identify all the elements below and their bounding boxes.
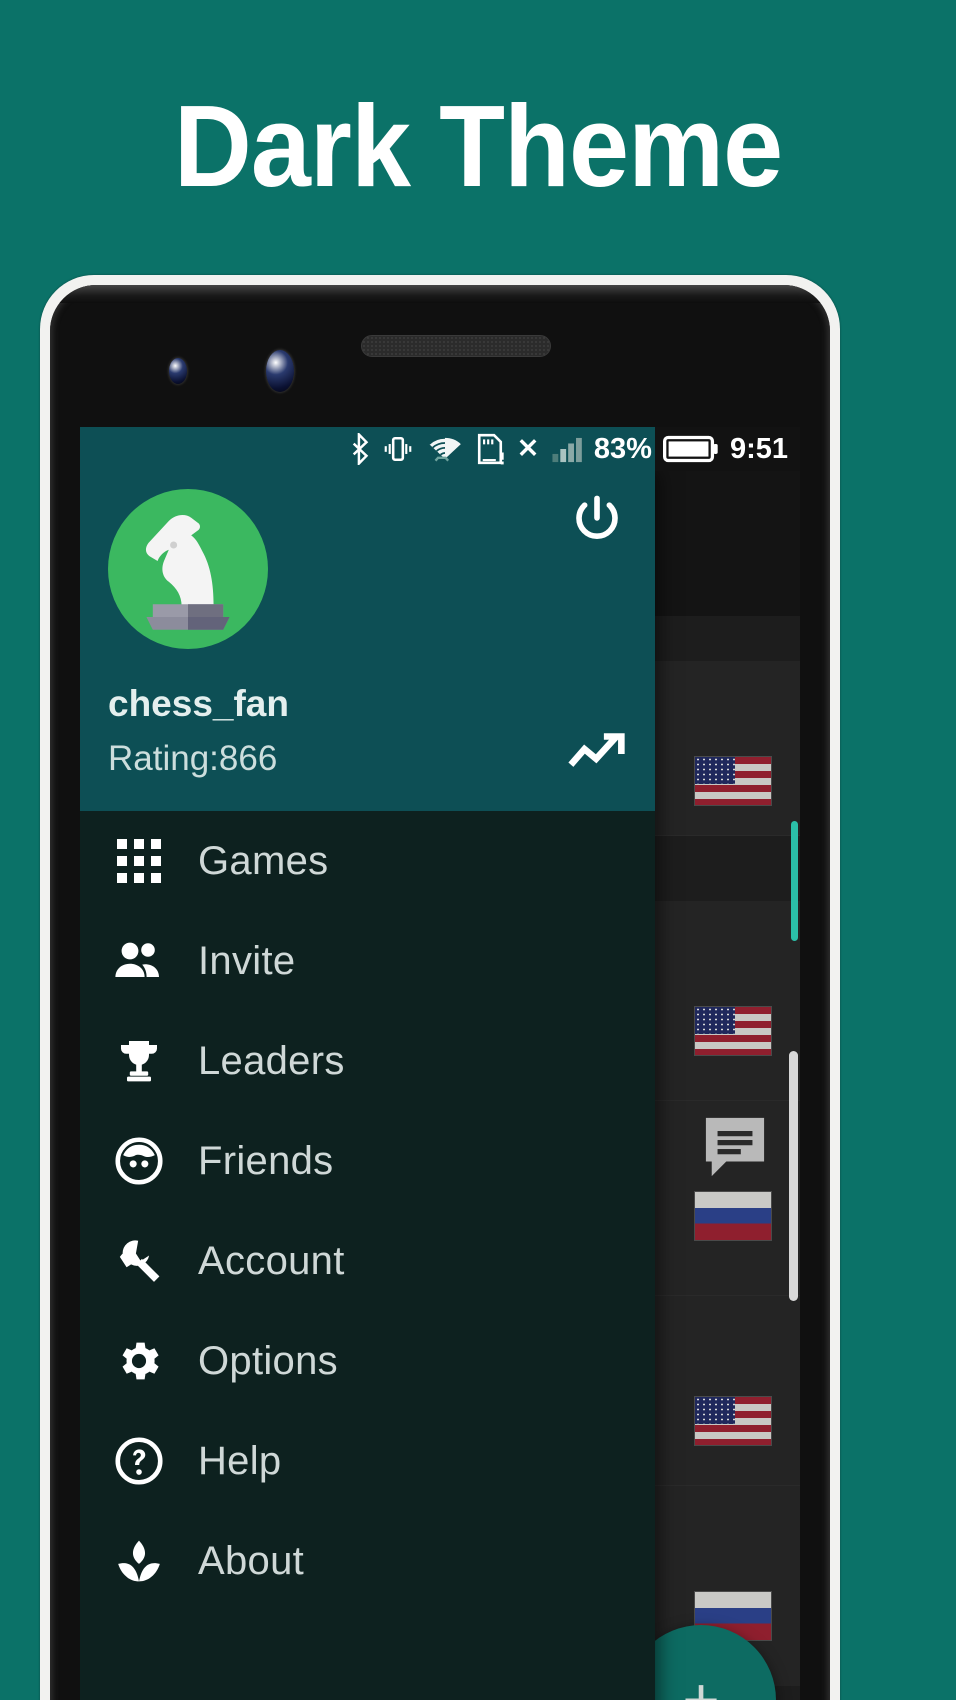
battery-icon [662,435,718,463]
menu-item-label: Leaders [198,1038,345,1083]
flag-icon [694,1006,772,1056]
menu-item-account[interactable]: Account [80,1211,655,1311]
leaf-icon [80,1538,198,1584]
help-circle-icon [80,1436,198,1486]
signal-bars-icon [552,437,582,463]
bezel-gloss [50,285,830,303]
bluetooth-icon [352,433,369,465]
vibrate-icon [384,436,412,462]
drawer-menu: Games Invite Leaders Friends Account Opt… [80,811,655,1611]
avatar[interactable] [108,489,268,649]
sd-card-icon [477,433,504,465]
phone-bezel: s D :55 s E s B [50,285,830,1700]
profile-rating: Rating:866 [108,739,278,778]
flag-icon [694,756,772,806]
navigation-drawer: chess_fan Rating:866 Games Invite Leader… [80,471,655,1700]
wrench-icon [80,1236,198,1286]
profile-username: chess_fan [108,683,289,724]
scrollbar-thumb[interactable] [789,1051,798,1301]
menu-item-label: Account [198,1238,345,1283]
wifi-icon [428,437,461,462]
menu-item-label: About [198,1538,305,1583]
chess-knight-icon [146,515,230,630]
plus-icon: + [682,1664,720,1700]
trophy-icon [80,1037,198,1085]
trending-up-icon[interactable] [567,729,633,777]
menu-item-label: Options [198,1338,338,1383]
flag-icon [694,1191,772,1241]
menu-item-label: Friends [198,1138,334,1183]
battery-percentage: 83% [593,432,652,465]
power-icon[interactable] [571,493,623,545]
grid-icon [80,839,198,883]
menu-item-label: Invite [198,938,296,983]
no-sim-icon [519,439,537,457]
scrollbar[interactable] [789,621,800,1700]
scrollbar-thumb-accent[interactable] [791,821,798,941]
menu-item-friends[interactable]: Friends [80,1111,655,1211]
front-camera-icon [266,350,294,392]
menu-item-about[interactable]: About [80,1511,655,1611]
menu-item-label: Games [198,838,329,883]
people-icon [80,939,198,983]
phone-mockup: s D :55 s E s B [40,275,840,1700]
menu-item-invite[interactable]: Invite [80,911,655,1011]
face-icon [80,1136,198,1186]
menu-item-help[interactable]: Help [80,1411,655,1511]
menu-item-label: Help [198,1438,282,1483]
clock: 9:51 [729,432,788,465]
status-bar: 83% 9:51 [80,427,800,471]
proximity-sensor-icon [169,358,187,384]
earpiece-speaker-icon [361,335,551,357]
menu-item-games[interactable]: Games [80,811,655,911]
drawer-header: chess_fan Rating:866 [80,471,655,811]
page-title: Dark Theme [173,81,783,211]
gear-icon [80,1336,198,1386]
chat-bubble-icon [705,1117,765,1177]
menu-item-options[interactable]: Options [80,1311,655,1411]
flag-icon [694,1396,772,1446]
phone-screen: s D :55 s E s B [80,427,800,1700]
menu-item-leaders[interactable]: Leaders [80,1011,655,1111]
